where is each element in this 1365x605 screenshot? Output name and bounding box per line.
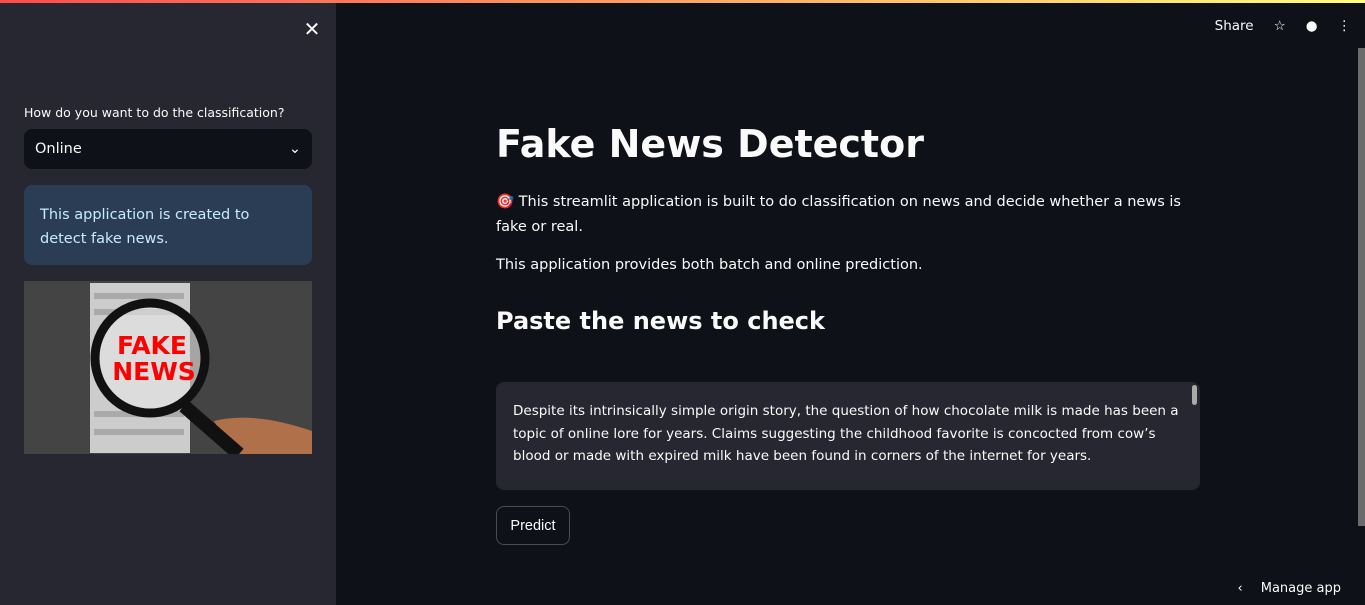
target-emoji: 🎯 — [496, 194, 515, 210]
intro-body: This streamlit application is built to d… — [496, 194, 1181, 235]
manage-app-button[interactable]: ‹ Manage app — [1238, 581, 1341, 596]
share-button[interactable]: Share — [1215, 18, 1254, 34]
fake-news-image: FAKE NEWS — [24, 281, 312, 454]
github-icon[interactable]: ● — [1306, 18, 1318, 34]
top-accent-bar — [0, 0, 1365, 3]
select-label: How do you want to do the classification… — [24, 105, 285, 120]
textarea-value: Despite its intrinsically simple origin … — [513, 403, 1179, 464]
scrollbar[interactable] — [1358, 48, 1365, 526]
intro-text: 🎯 This streamlit application is built to… — [496, 190, 1196, 240]
svg-text:NEWS: NEWS — [112, 357, 196, 386]
textarea-scrollbar[interactable] — [1192, 385, 1197, 405]
svg-text:FAKE: FAKE — [117, 331, 187, 360]
predict-button[interactable]: Predict — [496, 506, 570, 545]
info-box: This application is created to detect fa… — [24, 185, 312, 265]
sidebar: ✕ How do you want to do the classificati… — [0, 0, 336, 605]
chevron-down-icon: ⌄ — [288, 141, 301, 157]
intro-text-2: This application provides both batch and… — [496, 257, 923, 273]
page-title: Fake News Detector — [496, 122, 924, 166]
select-value: Online — [35, 141, 82, 157]
close-sidebar-button[interactable]: ✕ — [302, 19, 322, 39]
more-menu-icon[interactable]: ⋮ — [1338, 18, 1352, 34]
app-header: Share ☆ ● ⋮ — [1215, 18, 1351, 34]
section-title: Paste the news to check — [496, 307, 825, 335]
news-textarea[interactable]: Despite its intrinsically simple origin … — [496, 382, 1200, 490]
classification-select[interactable]: Online ⌄ — [24, 129, 312, 169]
chevron-left-icon: ‹ — [1237, 581, 1243, 596]
star-icon[interactable]: ☆ — [1274, 18, 1286, 34]
manage-app-label: Manage app — [1260, 581, 1341, 596]
